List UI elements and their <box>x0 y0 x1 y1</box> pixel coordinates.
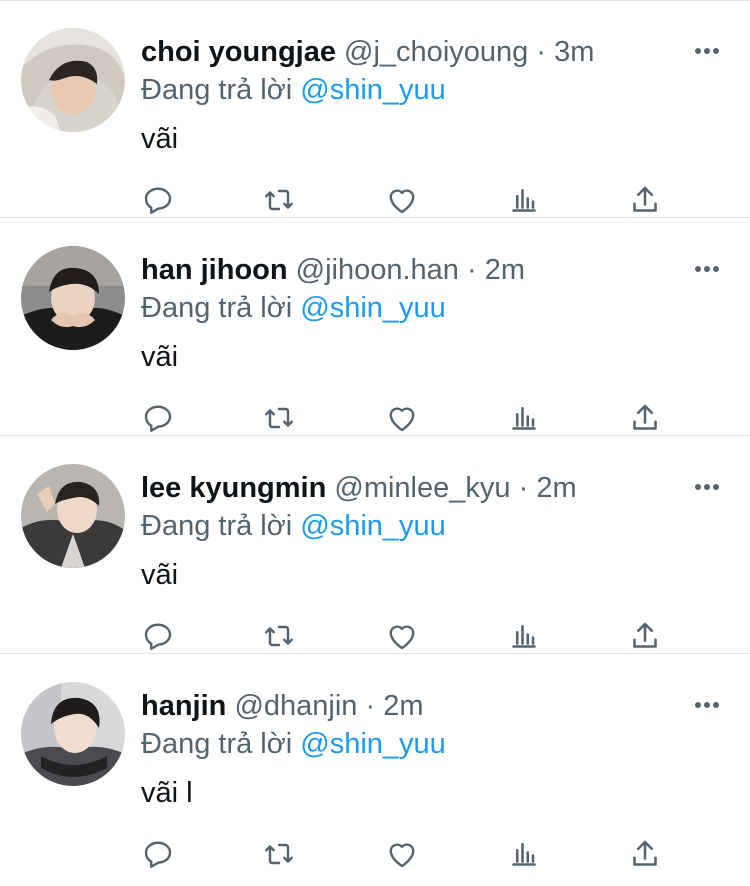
views-icon[interactable] <box>502 178 546 222</box>
user-handle[interactable]: @dhanjin <box>234 690 357 722</box>
tweet-text: vãi <box>141 123 179 155</box>
tweet-actions <box>0 396 750 440</box>
tweet[interactable]: lee kyungmin @minlee_kyu · 2m Đang trả l… <box>0 436 750 654</box>
retweet-icon[interactable] <box>257 832 301 876</box>
tweet-header: hanjin @dhanjin · 2m <box>141 686 424 726</box>
like-icon[interactable] <box>380 832 424 876</box>
tweet-actions <box>0 614 750 658</box>
avatar[interactable] <box>21 246 125 350</box>
replying-to: Đang trả lời @shin_yuu <box>141 70 446 110</box>
tweet-header: lee kyungmin @minlee_kyu · 2m <box>141 468 577 508</box>
tweet[interactable]: hanjin @dhanjin · 2m Đang trả lời @shin_… <box>0 654 750 886</box>
user-handle[interactable]: @j_choiyoung <box>344 36 528 68</box>
tweet[interactable]: choi youngjae @j_choiyoung · 3m Đang trả… <box>0 0 750 218</box>
separator-dot: · <box>365 690 376 722</box>
reply-icon[interactable] <box>136 832 180 876</box>
more-horizontal-icon[interactable] <box>694 474 720 500</box>
reply-mention-link[interactable]: @shin_yuu <box>300 74 446 106</box>
replying-to: Đang trả lời @shin_yuu <box>141 724 446 764</box>
separator-dot: · <box>518 472 529 504</box>
retweet-icon[interactable] <box>257 614 301 658</box>
views-icon[interactable] <box>502 614 546 658</box>
replying-to-label: Đang trả lời <box>141 292 293 324</box>
more-horizontal-icon[interactable] <box>694 692 720 718</box>
replying-to: Đang trả lời @shin_yuu <box>141 288 446 328</box>
tweet-text: vãi l <box>141 777 193 809</box>
more-horizontal-icon[interactable] <box>694 256 720 282</box>
views-icon[interactable] <box>502 832 546 876</box>
reply-icon[interactable] <box>136 396 180 440</box>
timestamp[interactable]: 2m <box>485 254 525 286</box>
user-handle[interactable]: @minlee_kyu <box>334 472 510 504</box>
tweet-text: vãi <box>141 341 179 373</box>
reply-mention-link[interactable]: @shin_yuu <box>300 292 446 324</box>
replying-to-label: Đang trả lời <box>141 510 293 542</box>
avatar[interactable] <box>21 682 125 786</box>
more-horizontal-icon[interactable] <box>694 38 720 64</box>
display-name[interactable]: han jihoon <box>141 254 288 286</box>
avatar[interactable] <box>21 464 125 568</box>
timestamp[interactable]: 2m <box>383 690 423 722</box>
share-icon[interactable] <box>623 614 667 658</box>
tweet-header: choi youngjae @j_choiyoung · 3m <box>141 32 594 72</box>
display-name[interactable]: hanjin <box>141 690 226 722</box>
tweet-text: vãi <box>141 559 179 591</box>
separator-dot: · <box>467 254 477 286</box>
separator-dot: · <box>536 36 547 68</box>
tweet-header: han jihoon @jihoon.han · 2m <box>141 250 525 290</box>
share-icon[interactable] <box>623 832 667 876</box>
share-icon[interactable] <box>623 396 667 440</box>
timestamp[interactable]: 3m <box>554 36 594 68</box>
replying-to: Đang trả lời @shin_yuu <box>141 506 446 546</box>
tweet-actions <box>0 178 750 222</box>
like-icon[interactable] <box>380 178 424 222</box>
tweet-actions <box>0 832 750 876</box>
display-name[interactable]: choi youngjae <box>141 36 336 68</box>
reply-icon[interactable] <box>136 614 180 658</box>
share-icon[interactable] <box>623 178 667 222</box>
retweet-icon[interactable] <box>257 178 301 222</box>
reply-mention-link[interactable]: @shin_yuu <box>300 510 446 542</box>
tweet[interactable]: han jihoon @jihoon.han · 2m Đang trả lời… <box>0 218 750 436</box>
timestamp[interactable]: 2m <box>536 472 576 504</box>
user-handle[interactable]: @jihoon.han <box>296 254 459 286</box>
reply-feed: choi youngjae @j_choiyoung · 3m Đang trả… <box>0 0 750 886</box>
avatar[interactable] <box>21 28 125 132</box>
like-icon[interactable] <box>380 396 424 440</box>
views-icon[interactable] <box>502 396 546 440</box>
replying-to-label: Đang trả lời <box>141 74 293 106</box>
retweet-icon[interactable] <box>257 396 301 440</box>
display-name[interactable]: lee kyungmin <box>141 472 326 504</box>
reply-icon[interactable] <box>136 178 180 222</box>
like-icon[interactable] <box>380 614 424 658</box>
reply-mention-link[interactable]: @shin_yuu <box>300 728 446 760</box>
replying-to-label: Đang trả lời <box>141 728 293 760</box>
